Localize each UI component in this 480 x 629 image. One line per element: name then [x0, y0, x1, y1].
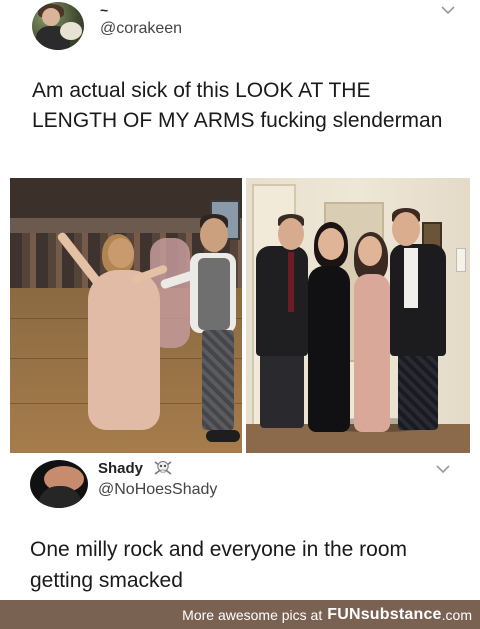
user-handle[interactable]: @NoHoesShady [98, 481, 217, 499]
avatar[interactable] [30, 460, 88, 508]
tweet-text: Am actual sick of this LOOK AT THE LENGT… [32, 79, 443, 132]
light-switch [456, 248, 466, 272]
display-name[interactable]: ~ [100, 2, 108, 18]
person-head [358, 236, 382, 266]
person-head [392, 212, 420, 246]
person-head [318, 228, 344, 260]
black-dress [308, 266, 350, 432]
person-legs [398, 350, 438, 430]
dancing-couple-photo[interactable] [10, 178, 242, 453]
avatar[interactable] [32, 2, 84, 50]
user-handle[interactable]: @corakeen [100, 20, 182, 38]
ceiling [10, 178, 242, 218]
skull-crossbones-icon [154, 461, 172, 475]
avatar-face [42, 8, 60, 26]
girl-head [108, 238, 134, 268]
chevron-down-icon[interactable] [438, 2, 458, 18]
display-name[interactable]: Shady [98, 460, 143, 477]
man-vest [198, 258, 230, 330]
footer-brand: FUNsubstance [327, 605, 442, 623]
shirt [404, 248, 418, 308]
person-head [278, 218, 304, 250]
footer-suffix: .com [441, 606, 472, 623]
person-legs [260, 348, 304, 428]
watermark-banner[interactable]: More awesome pics at FUNsubstance .com [0, 600, 480, 629]
man-head [200, 218, 228, 252]
avatar-dog [60, 22, 82, 40]
tweet-text: One milly rock and everyone in the room … [30, 538, 408, 592]
man-legs [202, 330, 234, 430]
group-of-four-photo[interactable] [246, 178, 470, 453]
person-suit [256, 246, 308, 356]
footer-prefix: More awesome pics at [182, 606, 323, 623]
chevron-down-icon[interactable] [434, 462, 452, 476]
pink-dress [354, 274, 390, 432]
person-suit [390, 244, 446, 356]
girl-dress [88, 270, 160, 430]
man-shoe [206, 430, 240, 442]
tie [288, 252, 294, 312]
